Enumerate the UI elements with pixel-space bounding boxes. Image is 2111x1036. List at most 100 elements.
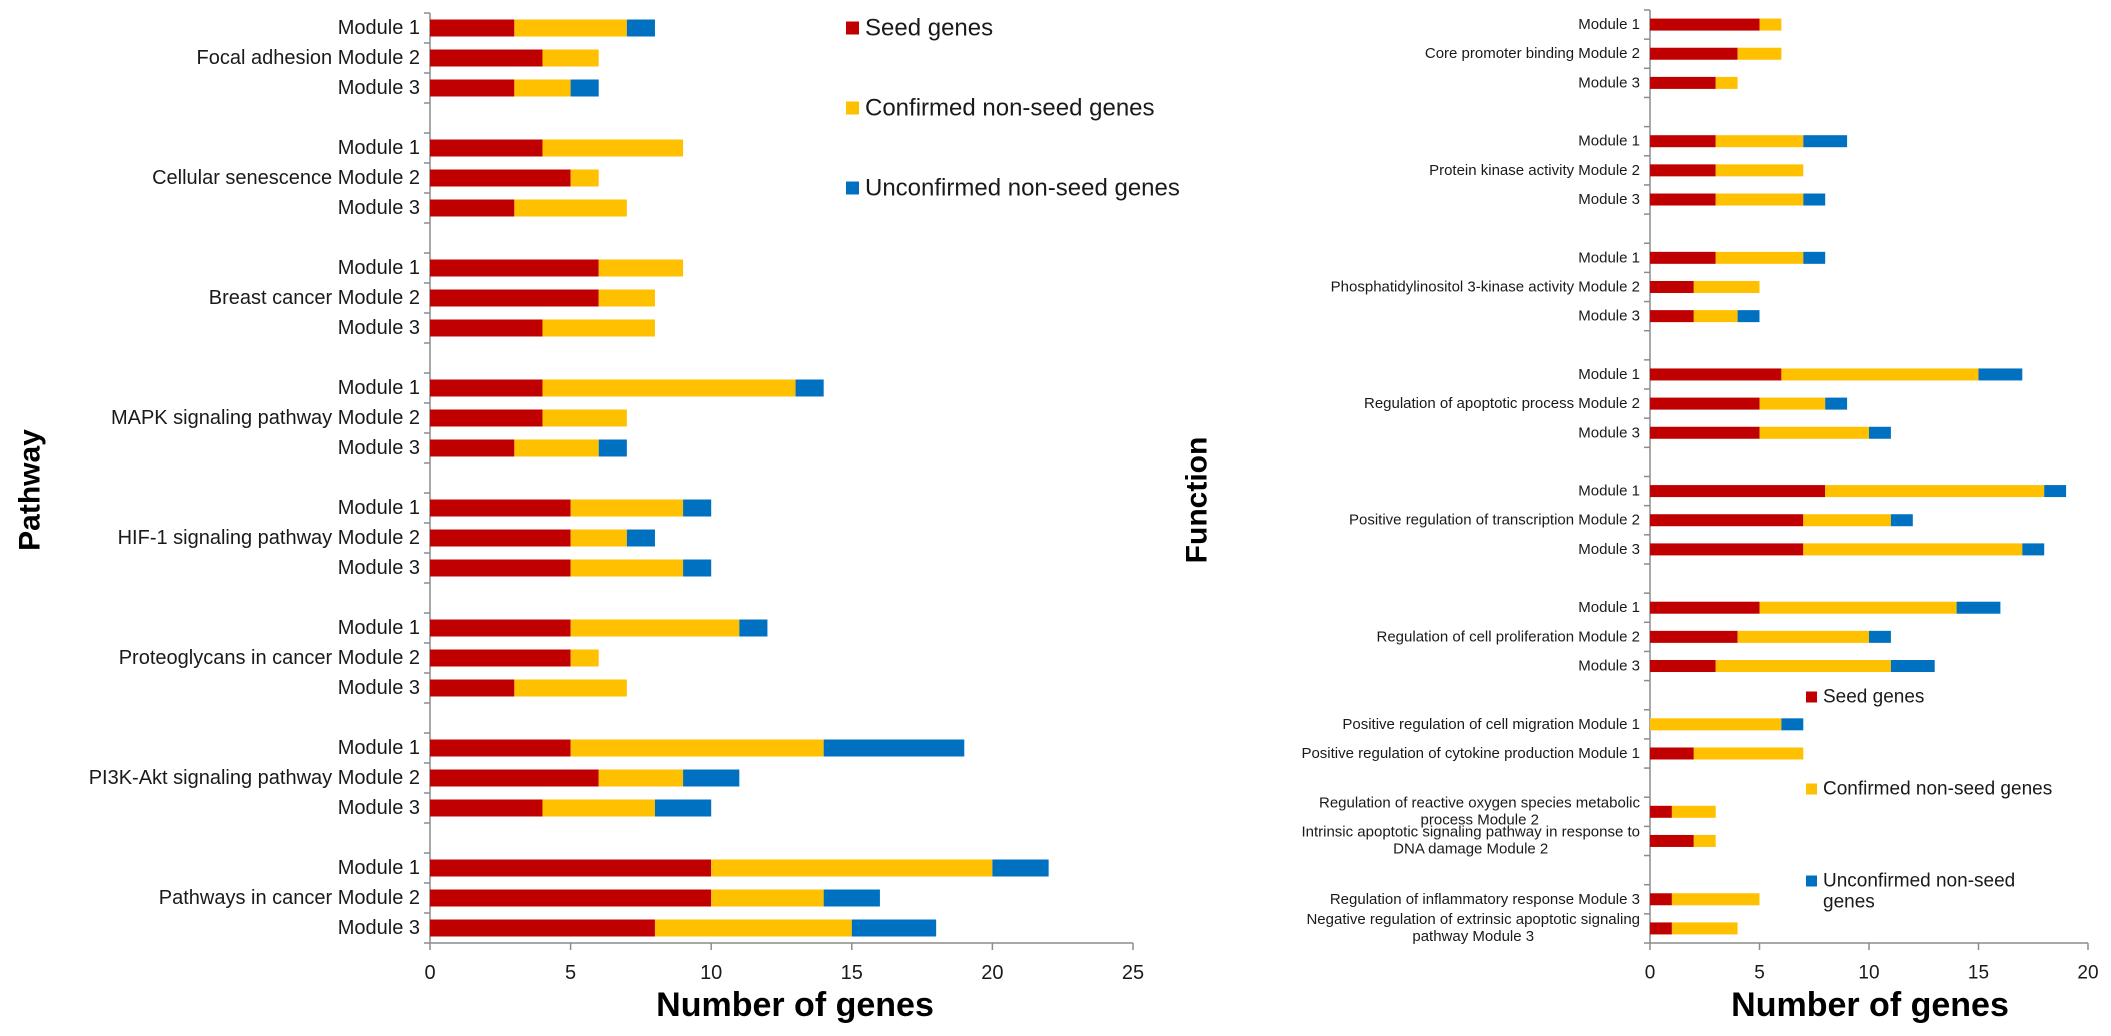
seed-genes-bar — [430, 319, 543, 337]
seed-genes-bar — [1650, 543, 1804, 556]
confirmed-non-seed-bar — [1693, 834, 1716, 847]
seed-genes-bar — [430, 619, 571, 637]
x-tick-label: 25 — [1122, 962, 1144, 984]
category-label: Module 1 — [1578, 133, 1640, 150]
group-label: Regulation of cell proliferation Module … — [1377, 628, 1641, 645]
x-tick-label: 10 — [700, 962, 722, 984]
category-label: Regulation of reactive oxygen species me… — [1319, 794, 1641, 811]
category-label: Module 3 — [1578, 191, 1640, 208]
legend-label: genes — [1823, 892, 1875, 913]
category-label: Positive regulation of cell migration Mo… — [1342, 716, 1640, 733]
legend-swatch — [1806, 783, 1817, 795]
legend: Seed genes Confirmed non-seed genes Unconf… — [1806, 687, 2052, 913]
unconfirmed-non-seed-bar — [1869, 630, 1891, 643]
unconfirmed-non-seed-bar — [795, 379, 824, 397]
seed-genes-bar — [430, 769, 599, 787]
group-label: Phosphatidylinositol 3-kinase activity M… — [1331, 278, 1640, 295]
confirmed-non-seed-bar — [570, 499, 684, 517]
category-label: Module 1 — [338, 377, 420, 399]
legend-label: Seed genes — [1823, 687, 1924, 708]
x-tick-label: 15 — [1968, 963, 1989, 984]
function-chart: 0 5 10 15 20 Module 1 Core promoter binding Mo… — [1181, 9, 2099, 1024]
seed-genes-bar — [430, 19, 515, 37]
seed-genes-bar — [430, 919, 655, 937]
seed-genes-bar — [430, 409, 543, 427]
group-label: Cellular senescence Module 2 — [152, 167, 420, 189]
category-label: Module 3 — [338, 557, 420, 579]
confirmed-non-seed-bar — [1693, 310, 1738, 323]
seed-genes-bar — [430, 289, 599, 307]
confirmed-non-seed-bar — [542, 139, 684, 157]
confirmed-non-seed-bar — [1759, 397, 1826, 410]
seed-genes-bar — [430, 79, 515, 97]
legend-swatch — [846, 181, 859, 195]
confirmed-non-seed-bar — [598, 259, 684, 277]
legend-label: Unconfirmed non-seed genes — [865, 175, 1180, 202]
category-label: Module 1 — [1578, 366, 1640, 383]
seed-genes-bar — [430, 529, 571, 547]
seed-genes-bar — [430, 739, 571, 757]
confirmed-non-seed-bar — [1671, 893, 1760, 906]
category-label: Module 3 — [1578, 424, 1640, 441]
unconfirmed-non-seed-bar — [823, 739, 965, 757]
seed-genes-bar — [1650, 485, 1826, 498]
category-label: Module 1 — [338, 497, 420, 519]
legend-swatch — [1806, 875, 1817, 887]
unconfirmed-non-seed-bar — [2044, 485, 2067, 498]
unconfirmed-non-seed-bar — [823, 889, 880, 907]
seed-genes-bar — [1650, 747, 1694, 760]
pathway-chart: 0 5 10 15 20 25 Module 1 Focal adhesion Module … — [14, 12, 1180, 1024]
confirmed-non-seed-bar — [1781, 368, 1979, 381]
x-tick-label: 0 — [1645, 963, 1656, 984]
confirmed-non-seed-bar — [1803, 543, 2023, 556]
confirmed-non-seed-bar — [1759, 426, 1869, 439]
confirmed-non-seed-bar — [542, 49, 599, 67]
unconfirmed-non-seed-bar — [851, 919, 937, 937]
seed-genes-bar — [1650, 893, 1672, 906]
category-label: Module 1 — [338, 737, 420, 759]
confirmed-non-seed-bar — [1759, 601, 1957, 614]
confirmed-non-seed-bar — [1671, 922, 1738, 935]
confirmed-non-seed-bar — [654, 919, 852, 937]
confirmed-non-seed-bar — [514, 19, 627, 37]
x-axis-title: Number of genes — [656, 986, 934, 1024]
group-label: MAPK signaling pathway Module 2 — [111, 407, 420, 429]
legend-swatch — [1806, 691, 1817, 703]
seed-genes-bar — [1650, 630, 1738, 643]
unconfirmed-non-seed-bar — [739, 619, 768, 637]
seed-genes-bar — [1650, 805, 1672, 818]
seed-genes-bar — [430, 439, 515, 457]
category-label-line2: DNA damage Module 2 — [1393, 840, 1548, 857]
category-label: Module 1 — [1578, 249, 1640, 266]
category-label: Module 3 — [1578, 541, 1640, 558]
seed-genes-bar — [430, 649, 571, 667]
category-label: Module 3 — [338, 197, 420, 219]
group-label: Pathways in cancer Module 2 — [159, 887, 420, 909]
unconfirmed-non-seed-bar — [1803, 193, 1826, 206]
unconfirmed-non-seed-bar — [1890, 514, 1913, 527]
confirmed-non-seed-bar — [711, 889, 824, 907]
category-label: Module 3 — [1578, 74, 1640, 91]
confirmed-non-seed-bar — [542, 799, 655, 817]
unconfirmed-non-seed-bar — [1803, 251, 1826, 264]
seed-genes-bar — [1650, 280, 1694, 293]
seed-genes-bar — [1650, 426, 1760, 439]
group-label: HIF-1 signaling pathway Module 2 — [118, 527, 420, 549]
confirmed-non-seed-bar — [570, 529, 627, 547]
confirmed-non-seed-bar — [570, 169, 599, 187]
confirmed-non-seed-bar — [1715, 193, 1804, 206]
unconfirmed-non-seed-bar — [683, 559, 712, 577]
seed-genes-bar — [1650, 310, 1694, 323]
seed-genes-bar — [1650, 368, 1782, 381]
seed-genes-bar — [430, 499, 571, 517]
unconfirmed-non-seed-bar — [683, 499, 712, 517]
unconfirmed-non-seed-bar — [992, 859, 1049, 877]
seed-genes-bar — [1650, 660, 1716, 673]
unconfirmed-non-seed-bar — [1869, 426, 1891, 439]
category-label: Module 3 — [338, 677, 420, 699]
unconfirmed-non-seed-bar — [626, 19, 655, 37]
unconfirmed-non-seed-bar — [1956, 601, 2001, 614]
x-tick-label: 0 — [424, 962, 435, 984]
unconfirmed-non-seed-bar — [654, 799, 712, 817]
confirmed-non-seed-bar — [570, 739, 824, 757]
